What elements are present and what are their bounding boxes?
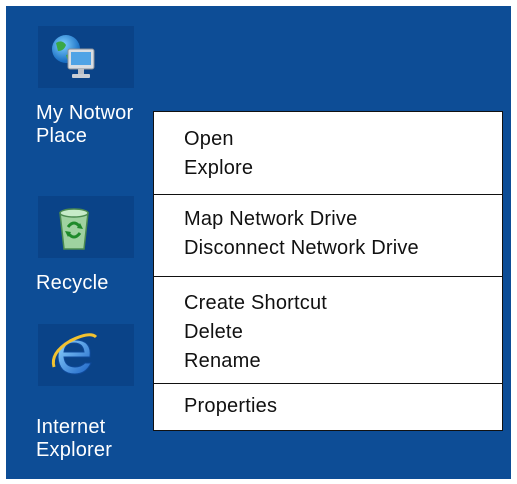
menu-item-open[interactable]: Open [154,125,502,154]
desktop-icon-my-network-places[interactable] [38,26,134,88]
screenshot-frame: My Notwor Place Recycle Internet Explore… [0,0,517,484]
desktop-icon-label: Recycle [36,272,109,294]
context-menu: Open Explore Map Network Drive Disconnec… [153,111,503,431]
recycle-bin-icon [59,208,89,250]
menu-group-edit: Create Shortcut Delete Rename [154,277,502,384]
menu-item-disconnect-network-drive[interactable]: Disconnect Network Drive [154,234,502,263]
menu-item-delete[interactable]: Delete [154,318,502,347]
menu-item-explore[interactable]: Explore [154,154,502,183]
menu-item-properties[interactable]: Properties [154,392,502,421]
internet-explorer-icon [51,333,98,375]
menu-item-map-network-drive[interactable]: Map Network Drive [154,205,502,234]
network-computer-icon [52,35,95,78]
menu-group-properties: Properties [154,384,502,430]
desktop-icon-internet-explorer[interactable] [38,324,134,386]
menu-group-open: Open Explore [154,112,502,195]
menu-item-rename[interactable]: Rename [154,347,502,376]
desktop-icon-label: Internet Explorer [36,416,113,461]
desktop: My Notwor Place Recycle Internet Explore… [6,6,511,479]
menu-item-create-shortcut[interactable]: Create Shortcut [154,289,502,318]
menu-group-network-drive: Map Network Drive Disconnect Network Dri… [154,195,502,277]
desktop-icon-label: My Notwor Place [36,102,134,147]
desktop-icon-recycle-bin[interactable] [38,196,134,258]
